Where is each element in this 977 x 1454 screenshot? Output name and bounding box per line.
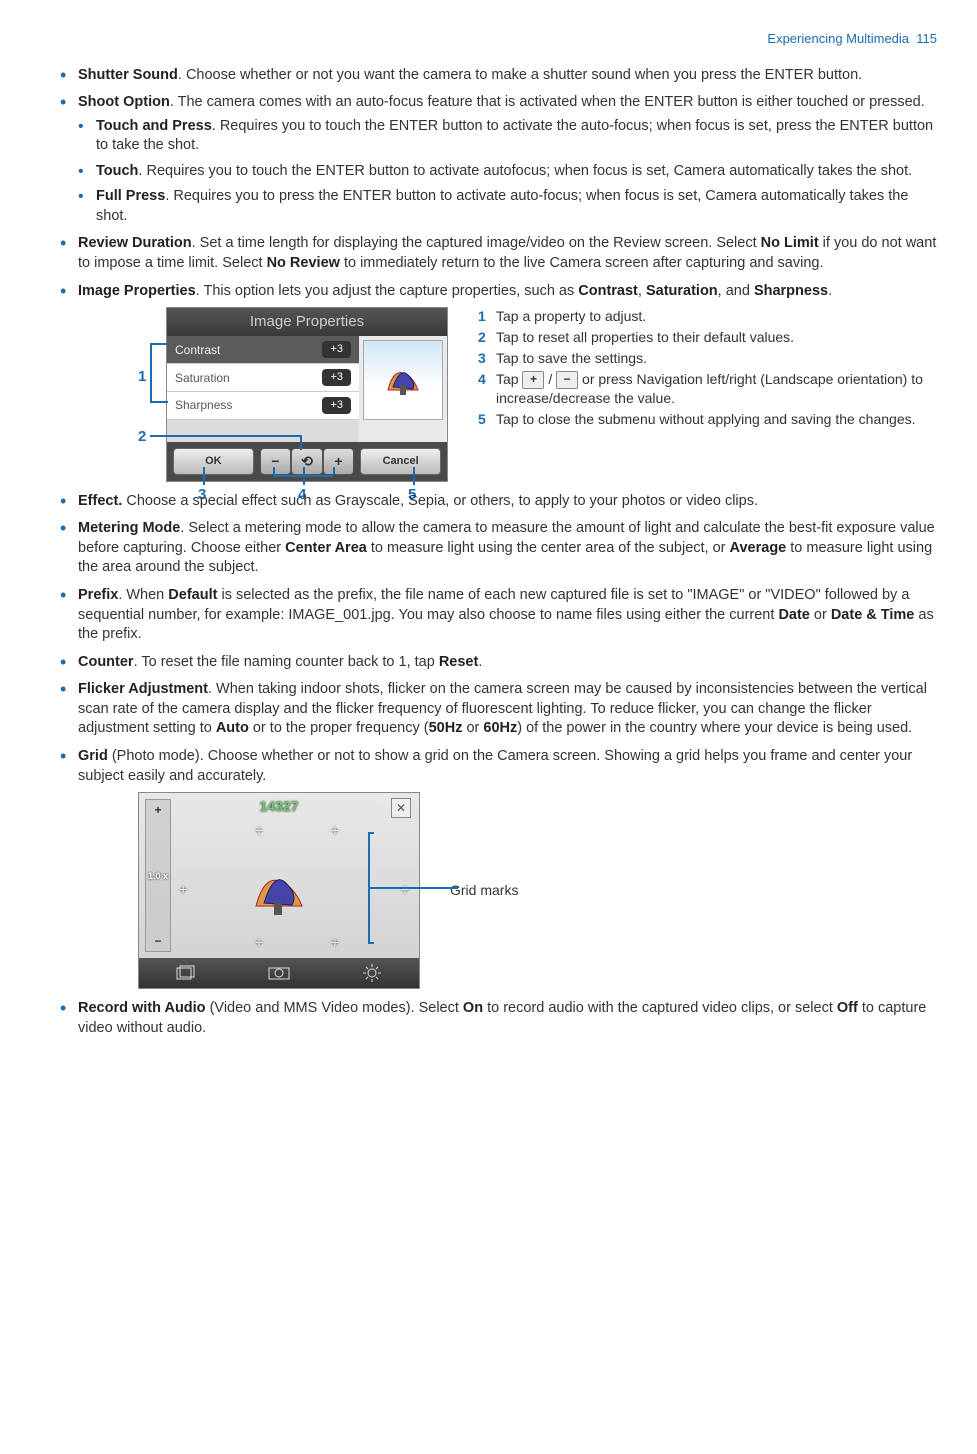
item-shoot-option: Shoot Option. The camera comes with an a… bbox=[60, 93, 937, 226]
ip-row-saturation[interactable]: Saturation+3 bbox=[167, 364, 359, 392]
page-header: Experiencing Multimedia 115 bbox=[60, 30, 937, 48]
grid-shot-count: 14327 bbox=[260, 797, 299, 816]
callout-1: 1 bbox=[138, 367, 146, 387]
item-flicker: Flicker Adjustment. When taking indoor s… bbox=[60, 680, 937, 739]
item-grid: Grid (Photo mode). Choose whether or not… bbox=[60, 747, 937, 989]
item-effect: Effect. Choose a special effect such as … bbox=[60, 492, 937, 512]
sub-full-press: Full Press. Requires you to press the EN… bbox=[78, 187, 937, 226]
ip-ok-button[interactable]: OK bbox=[173, 448, 254, 475]
item-review-duration: Review Duration. Set a time length for d… bbox=[60, 234, 937, 273]
grid-camera-icon[interactable] bbox=[266, 963, 292, 983]
grid-album-icon[interactable] bbox=[173, 963, 199, 983]
callout-2: 2 bbox=[138, 427, 146, 447]
image-properties-screenshot: Image Properties Contrast+3 Saturation+3… bbox=[166, 307, 448, 482]
plus-icon: + bbox=[522, 371, 544, 389]
sub-touch: Touch. Requires you to touch the ENTER b… bbox=[78, 162, 937, 182]
ip-plus-button[interactable]: + bbox=[323, 448, 355, 475]
grid-zoom-in-icon[interactable]: + bbox=[154, 802, 161, 818]
ip-minus-button[interactable]: − bbox=[260, 448, 292, 475]
minus-icon: − bbox=[556, 371, 578, 389]
item-prefix: Prefix. When Default is selected as the … bbox=[60, 586, 937, 645]
ip-row-sharpness[interactable]: Sharpness+3 bbox=[167, 392, 359, 420]
ip-reset-button[interactable]: ⟲ bbox=[291, 448, 323, 475]
ip-title: Image Properties bbox=[167, 308, 447, 336]
grid-gear-icon[interactable] bbox=[359, 963, 385, 983]
ip-legend: 1Tap a property to adjust. 2Tap to reset… bbox=[478, 307, 937, 431]
page-number: 115 bbox=[916, 31, 937, 46]
grid-marks-label: Grid marks bbox=[450, 881, 518, 900]
grid-subject-icon bbox=[244, 861, 314, 921]
item-counter: Counter. To reset the file naming counte… bbox=[60, 653, 937, 673]
ip-cancel-button[interactable]: Cancel bbox=[360, 448, 441, 475]
ip-preview-thumb bbox=[363, 340, 443, 420]
grid-close-button[interactable]: ✕ bbox=[391, 798, 411, 818]
sub-touch-press: Touch and Press. Requires you to touch t… bbox=[78, 117, 937, 156]
item-shutter-sound: Shutter Sound. Choose whether or not you… bbox=[60, 66, 937, 86]
ip-row-contrast[interactable]: Contrast+3 bbox=[167, 336, 359, 364]
item-metering: Metering Mode. Select a metering mode to… bbox=[60, 519, 937, 578]
section-title: Experiencing Multimedia bbox=[767, 31, 909, 46]
item-record-audio: Record with Audio (Video and MMS Video m… bbox=[60, 999, 937, 1038]
item-image-properties: Image Properties. This option lets you a… bbox=[60, 282, 937, 482]
grid-zoom-out-icon[interactable]: − bbox=[154, 933, 161, 949]
grid-screenshot: 14327 ✕ + 1.0 x − + + + + + + bbox=[138, 792, 420, 989]
grid-zoom-label: 1.0 x bbox=[148, 870, 168, 882]
grid-zoom-bar[interactable]: + 1.0 x − bbox=[145, 799, 171, 952]
